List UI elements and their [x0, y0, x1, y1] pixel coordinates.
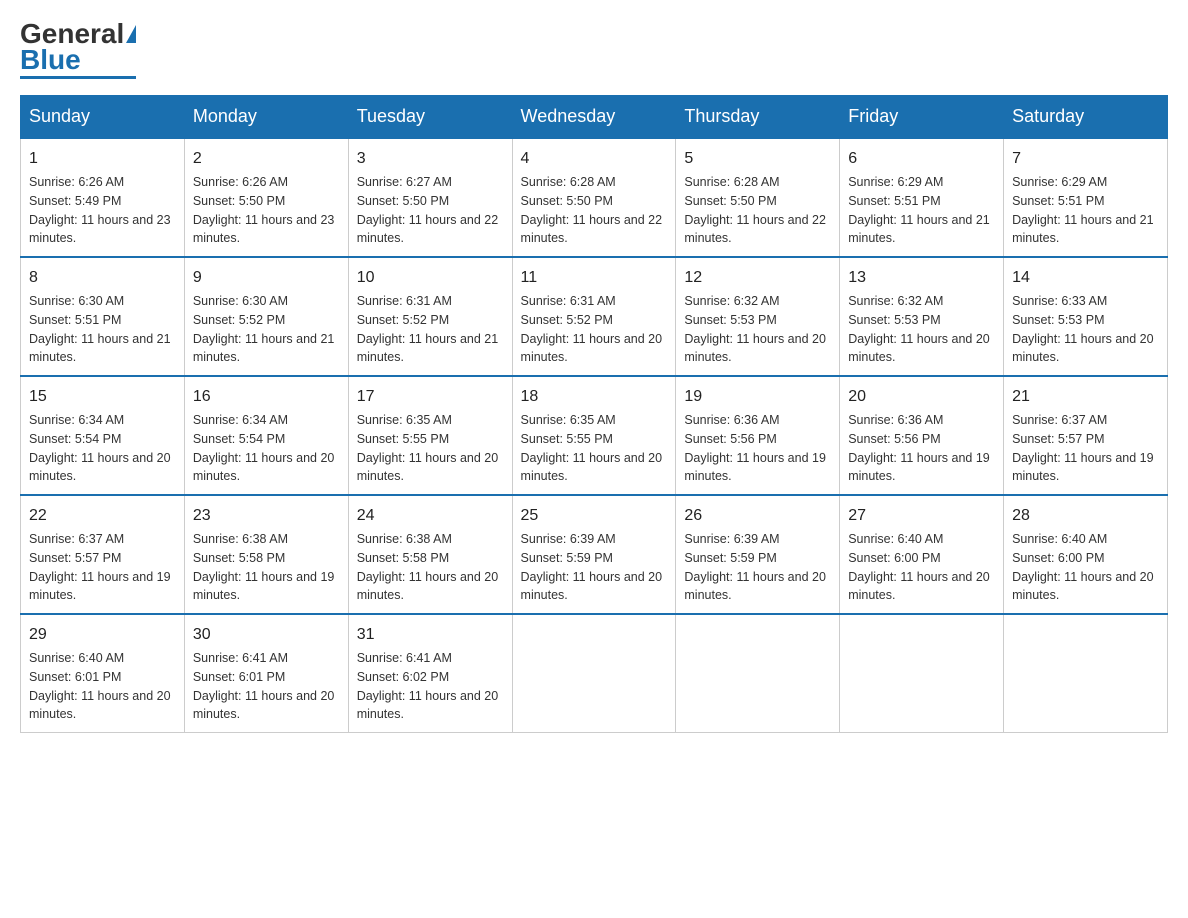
- calendar-day-cell: 1Sunrise: 6:26 AMSunset: 5:49 PMDaylight…: [21, 138, 185, 257]
- day-number: 26: [684, 504, 831, 528]
- day-number: 25: [521, 504, 668, 528]
- calendar-day-cell: 18Sunrise: 6:35 AMSunset: 5:55 PMDayligh…: [512, 376, 676, 495]
- day-of-week-header: Sunday: [21, 96, 185, 139]
- day-of-week-header: Saturday: [1004, 96, 1168, 139]
- calendar-day-cell: 14Sunrise: 6:33 AMSunset: 5:53 PMDayligh…: [1004, 257, 1168, 376]
- day-of-week-header: Monday: [184, 96, 348, 139]
- calendar-day-cell: 3Sunrise: 6:27 AMSunset: 5:50 PMDaylight…: [348, 138, 512, 257]
- calendar-day-cell: 15Sunrise: 6:34 AMSunset: 5:54 PMDayligh…: [21, 376, 185, 495]
- calendar-day-cell: 20Sunrise: 6:36 AMSunset: 5:56 PMDayligh…: [840, 376, 1004, 495]
- day-number: 8: [29, 266, 176, 290]
- calendar-week-row: 1Sunrise: 6:26 AMSunset: 5:49 PMDaylight…: [21, 138, 1168, 257]
- page-header: General Blue: [20, 20, 1168, 79]
- day-number: 12: [684, 266, 831, 290]
- day-number: 5: [684, 147, 831, 171]
- calendar-day-cell: 6Sunrise: 6:29 AMSunset: 5:51 PMDaylight…: [840, 138, 1004, 257]
- calendar-table: SundayMondayTuesdayWednesdayThursdayFrid…: [20, 95, 1168, 733]
- day-number: 7: [1012, 147, 1159, 171]
- day-number: 24: [357, 504, 504, 528]
- calendar-week-row: 8Sunrise: 6:30 AMSunset: 5:51 PMDaylight…: [21, 257, 1168, 376]
- calendar-day-cell: 7Sunrise: 6:29 AMSunset: 5:51 PMDaylight…: [1004, 138, 1168, 257]
- day-number: 21: [1012, 385, 1159, 409]
- calendar-day-cell: 29Sunrise: 6:40 AMSunset: 6:01 PMDayligh…: [21, 614, 185, 733]
- calendar-week-row: 29Sunrise: 6:40 AMSunset: 6:01 PMDayligh…: [21, 614, 1168, 733]
- day-number: 27: [848, 504, 995, 528]
- calendar-day-cell: 27Sunrise: 6:40 AMSunset: 6:00 PMDayligh…: [840, 495, 1004, 614]
- day-number: 30: [193, 623, 340, 647]
- calendar-day-cell: 13Sunrise: 6:32 AMSunset: 5:53 PMDayligh…: [840, 257, 1004, 376]
- calendar-day-cell: 4Sunrise: 6:28 AMSunset: 5:50 PMDaylight…: [512, 138, 676, 257]
- calendar-day-cell: 31Sunrise: 6:41 AMSunset: 6:02 PMDayligh…: [348, 614, 512, 733]
- calendar-day-cell: 22Sunrise: 6:37 AMSunset: 5:57 PMDayligh…: [21, 495, 185, 614]
- day-number: 28: [1012, 504, 1159, 528]
- calendar-day-cell: 17Sunrise: 6:35 AMSunset: 5:55 PMDayligh…: [348, 376, 512, 495]
- day-number: 23: [193, 504, 340, 528]
- day-number: 3: [357, 147, 504, 171]
- day-number: 17: [357, 385, 504, 409]
- day-number: 2: [193, 147, 340, 171]
- day-number: 15: [29, 385, 176, 409]
- day-number: 19: [684, 385, 831, 409]
- calendar-day-cell: 12Sunrise: 6:32 AMSunset: 5:53 PMDayligh…: [676, 257, 840, 376]
- calendar-day-cell: [676, 614, 840, 733]
- day-number: 18: [521, 385, 668, 409]
- calendar-day-cell: 16Sunrise: 6:34 AMSunset: 5:54 PMDayligh…: [184, 376, 348, 495]
- calendar-day-cell: 30Sunrise: 6:41 AMSunset: 6:01 PMDayligh…: [184, 614, 348, 733]
- day-number: 16: [193, 385, 340, 409]
- day-number: 29: [29, 623, 176, 647]
- day-number: 4: [521, 147, 668, 171]
- calendar-header-row: SundayMondayTuesdayWednesdayThursdayFrid…: [21, 96, 1168, 139]
- day-number: 22: [29, 504, 176, 528]
- calendar-day-cell: 5Sunrise: 6:28 AMSunset: 5:50 PMDaylight…: [676, 138, 840, 257]
- day-number: 10: [357, 266, 504, 290]
- calendar-day-cell: 25Sunrise: 6:39 AMSunset: 5:59 PMDayligh…: [512, 495, 676, 614]
- calendar-day-cell: 26Sunrise: 6:39 AMSunset: 5:59 PMDayligh…: [676, 495, 840, 614]
- calendar-day-cell: 11Sunrise: 6:31 AMSunset: 5:52 PMDayligh…: [512, 257, 676, 376]
- logo-blue-text: Blue: [20, 46, 81, 74]
- day-number: 6: [848, 147, 995, 171]
- day-number: 20: [848, 385, 995, 409]
- calendar-day-cell: 23Sunrise: 6:38 AMSunset: 5:58 PMDayligh…: [184, 495, 348, 614]
- calendar-week-row: 15Sunrise: 6:34 AMSunset: 5:54 PMDayligh…: [21, 376, 1168, 495]
- calendar-week-row: 22Sunrise: 6:37 AMSunset: 5:57 PMDayligh…: [21, 495, 1168, 614]
- calendar-day-cell: 19Sunrise: 6:36 AMSunset: 5:56 PMDayligh…: [676, 376, 840, 495]
- day-of-week-header: Friday: [840, 96, 1004, 139]
- day-number: 31: [357, 623, 504, 647]
- logo-triangle-icon: [126, 25, 136, 43]
- day-number: 11: [521, 266, 668, 290]
- logo-underline: [20, 76, 136, 79]
- day-number: 9: [193, 266, 340, 290]
- calendar-day-cell: 9Sunrise: 6:30 AMSunset: 5:52 PMDaylight…: [184, 257, 348, 376]
- calendar-day-cell: 24Sunrise: 6:38 AMSunset: 5:58 PMDayligh…: [348, 495, 512, 614]
- calendar-day-cell: 10Sunrise: 6:31 AMSunset: 5:52 PMDayligh…: [348, 257, 512, 376]
- day-of-week-header: Tuesday: [348, 96, 512, 139]
- calendar-day-cell: [1004, 614, 1168, 733]
- calendar-day-cell: 2Sunrise: 6:26 AMSunset: 5:50 PMDaylight…: [184, 138, 348, 257]
- day-of-week-header: Thursday: [676, 96, 840, 139]
- calendar-day-cell: 28Sunrise: 6:40 AMSunset: 6:00 PMDayligh…: [1004, 495, 1168, 614]
- logo: General Blue: [20, 20, 136, 79]
- calendar-day-cell: 21Sunrise: 6:37 AMSunset: 5:57 PMDayligh…: [1004, 376, 1168, 495]
- day-number: 1: [29, 147, 176, 171]
- calendar-day-cell: [840, 614, 1004, 733]
- day-of-week-header: Wednesday: [512, 96, 676, 139]
- day-number: 13: [848, 266, 995, 290]
- calendar-day-cell: 8Sunrise: 6:30 AMSunset: 5:51 PMDaylight…: [21, 257, 185, 376]
- day-number: 14: [1012, 266, 1159, 290]
- calendar-day-cell: [512, 614, 676, 733]
